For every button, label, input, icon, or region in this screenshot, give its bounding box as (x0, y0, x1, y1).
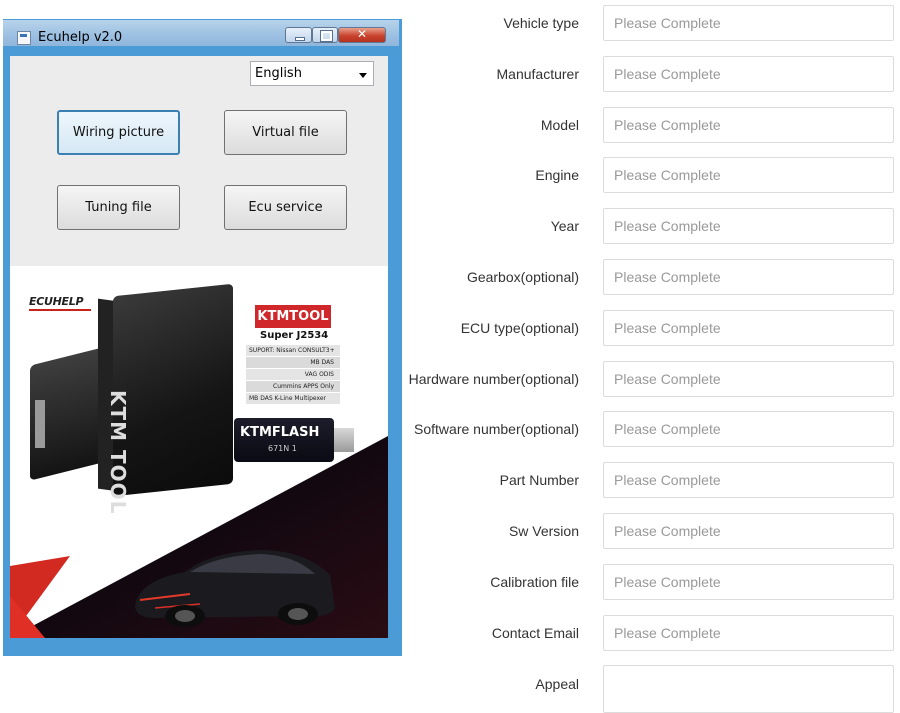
wiring-picture-button[interactable]: Wiring picture (57, 110, 180, 155)
ecu-type-label: ECU type(optional) (460, 320, 579, 336)
gearbox-label: Gearbox(optional) (466, 269, 579, 285)
ecu-service-button[interactable]: Ecu service (224, 185, 347, 230)
engine-field[interactable] (603, 157, 894, 193)
support-item: VAG ODIS (246, 369, 340, 380)
language-select[interactable]: English (250, 61, 374, 86)
device-mark: KTM TOOL (106, 390, 130, 515)
manufacturer-label: Manufacturer (496, 66, 579, 82)
support-item: Cummins APPS Only (246, 381, 340, 392)
ktm-logo: KTMTOOL (255, 305, 331, 328)
language-select-value: English (255, 66, 302, 81)
vehicle-type-field[interactable] (603, 5, 894, 41)
year-field[interactable] (603, 208, 894, 244)
appeal-field[interactable] (603, 665, 894, 713)
tuning-file-button[interactable]: Tuning file (57, 185, 180, 230)
sw-version-field[interactable] (603, 513, 894, 549)
support-item: SUPORT: Nissan CONSULT3+ (246, 345, 340, 356)
virtual-file-button[interactable]: Virtual file (224, 110, 347, 155)
part-number-field[interactable] (603, 462, 894, 498)
model-field[interactable] (603, 107, 894, 143)
device-port (35, 400, 45, 448)
ecu-type-field[interactable] (603, 310, 894, 346)
usb-connector (334, 428, 354, 452)
software-number-label: Software number(optional) (414, 421, 579, 437)
window-title: Ecuhelp v2.0 (38, 30, 123, 45)
engine-label: Engine (535, 167, 579, 183)
calibration-file-label: Calibration file (490, 574, 579, 590)
gearbox-field[interactable] (603, 259, 894, 295)
support-item: MB DAS K-Line Multipexer (246, 393, 340, 404)
chevron-down-icon (359, 73, 367, 78)
ecuhelp-logo: ECUHELP (29, 295, 91, 311)
sw-version-label: Sw Version (508, 523, 579, 539)
maximize-button[interactable] (312, 27, 338, 43)
contact-email-label: Contact Email (491, 625, 579, 641)
minimize-button[interactable] (285, 27, 312, 43)
contact-email-field[interactable] (603, 615, 894, 651)
support-item: MB DAS (246, 357, 340, 368)
appeal-label: Appeal (535, 676, 579, 692)
usb-model: 671N 1 (268, 444, 297, 453)
hardware-number-field[interactable] (603, 361, 894, 397)
calibration-file-field[interactable] (603, 564, 894, 600)
car-image (135, 550, 335, 627)
usb-brand: KTMFLASH (240, 425, 320, 440)
model-label: Model (540, 117, 579, 133)
app-window-icon (17, 31, 31, 45)
hardware-number-label: Hardware number(optional) (408, 371, 579, 387)
software-number-field[interactable] (603, 411, 894, 447)
part-number-label: Part Number (499, 472, 579, 488)
close-button[interactable]: ✕ (338, 27, 386, 43)
close-icon: ✕ (356, 27, 368, 41)
device-front (113, 283, 233, 497)
vehicle-type-label: Vehicle type (503, 15, 580, 31)
ktm-model: Super J2534 (260, 330, 329, 341)
year-label: Year (550, 218, 579, 234)
window-client-area (10, 56, 388, 266)
manufacturer-field[interactable] (603, 56, 894, 92)
